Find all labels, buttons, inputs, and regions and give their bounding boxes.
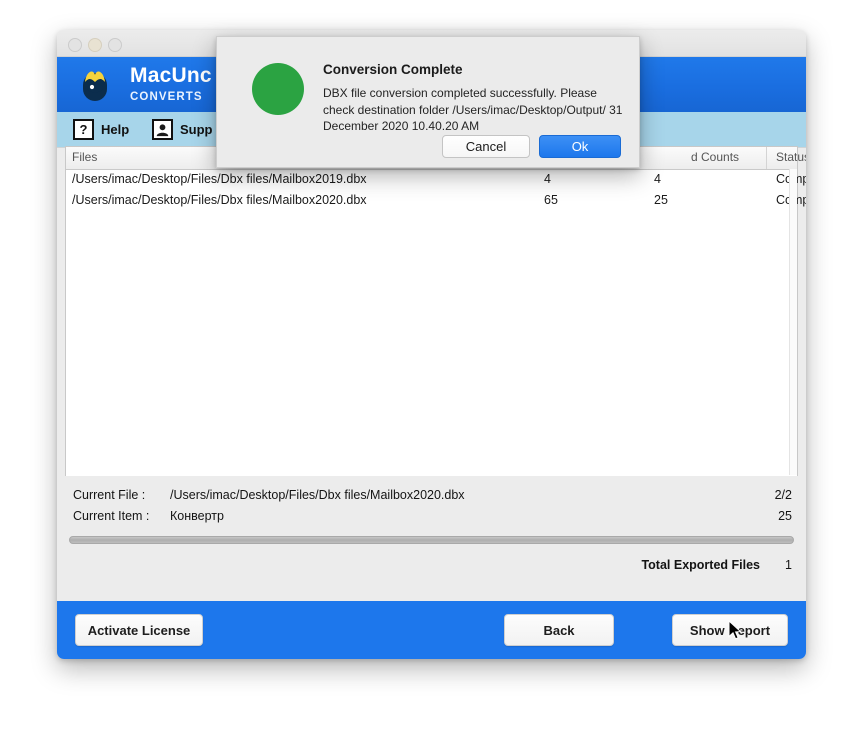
column-header-status[interactable]: Status	[776, 150, 806, 164]
total-exported-label: Total Exported Files	[641, 558, 760, 572]
cell-file: /Users/imac/Desktop/Files/Dbx files/Mail…	[72, 193, 367, 207]
current-file-count: 2/2	[774, 488, 792, 502]
conversion-complete-dialog: Conversion Complete DBX file conversion …	[216, 36, 640, 168]
minimize-button[interactable]	[88, 38, 102, 52]
current-file-row: Current File : /Users/imac/Desktop/Files…	[65, 488, 798, 506]
green-success-circle-icon	[252, 63, 304, 115]
column-header-converted-counts[interactable]: d Counts	[691, 150, 739, 164]
support-person-icon	[152, 119, 173, 140]
zoom-button[interactable]	[108, 38, 122, 52]
close-button[interactable]	[68, 38, 82, 52]
show-report-button[interactable]: Show Report	[672, 614, 788, 646]
table-scrollbar[interactable]	[789, 169, 797, 475]
dialog-title: Conversion Complete	[323, 62, 463, 77]
app-title: MacUnc	[130, 64, 212, 87]
status-panel: Current File : /Users/imac/Desktop/Files…	[65, 482, 798, 592]
dialog-message: DBX file conversion completed successful…	[323, 86, 623, 133]
footer-bar: Activate License Back Show Report	[57, 601, 806, 659]
total-exported-value: 1	[785, 558, 792, 572]
cell-total-count: 4	[544, 172, 551, 186]
support-button-label: Supp	[180, 122, 213, 137]
cell-file: /Users/imac/Desktop/Files/Dbx files/Mail…	[72, 172, 367, 186]
total-exported-row: Total Exported Files 1	[65, 558, 798, 576]
column-divider[interactable]	[766, 147, 767, 169]
app-subtitle: CONVERTS	[130, 91, 203, 103]
current-file-label: Current File :	[73, 488, 146, 502]
current-file-value: /Users/imac/Desktop/Files/Dbx files/Mail…	[170, 488, 465, 502]
table-row[interactable]: /Users/imac/Desktop/Files/Dbx files/Mail…	[66, 170, 806, 191]
screen-root: MacUnc CONVERTS ? Help Supp Files d Coun…	[0, 0, 846, 729]
current-item-row: Current Item : Конвертр 25	[65, 509, 798, 527]
help-button[interactable]: ? Help	[73, 119, 129, 140]
activate-license-button[interactable]: Activate License	[75, 614, 203, 646]
support-button[interactable]: Supp	[152, 119, 213, 140]
cell-converted-count: 4	[654, 172, 661, 186]
table-row[interactable]: /Users/imac/Desktop/Files/Dbx files/Mail…	[66, 191, 806, 212]
current-item-label: Current Item :	[73, 509, 150, 523]
dialog-ok-button[interactable]: Ok	[539, 135, 621, 158]
cell-converted-count: 25	[654, 193, 668, 207]
help-button-label: Help	[101, 122, 130, 137]
dialog-cancel-button[interactable]: Cancel	[442, 135, 530, 158]
question-mark-icon: ?	[73, 119, 94, 140]
current-item-count: 25	[778, 509, 792, 523]
progress-bar	[69, 536, 794, 544]
cell-total-count: 65	[544, 193, 558, 207]
progress-bar-fill	[69, 536, 794, 544]
back-button[interactable]: Back	[504, 614, 614, 646]
column-header-files[interactable]: Files	[72, 150, 97, 164]
brand-text-block: MacUnc CONVERTS	[130, 64, 212, 104]
app-logo-icon	[73, 63, 117, 107]
file-table: Files d Counts Status /Users/imac/Deskto…	[65, 146, 806, 476]
table-body: /Users/imac/Desktop/Files/Dbx files/Mail…	[66, 170, 806, 476]
current-item-value: Конвертр	[170, 509, 224, 523]
